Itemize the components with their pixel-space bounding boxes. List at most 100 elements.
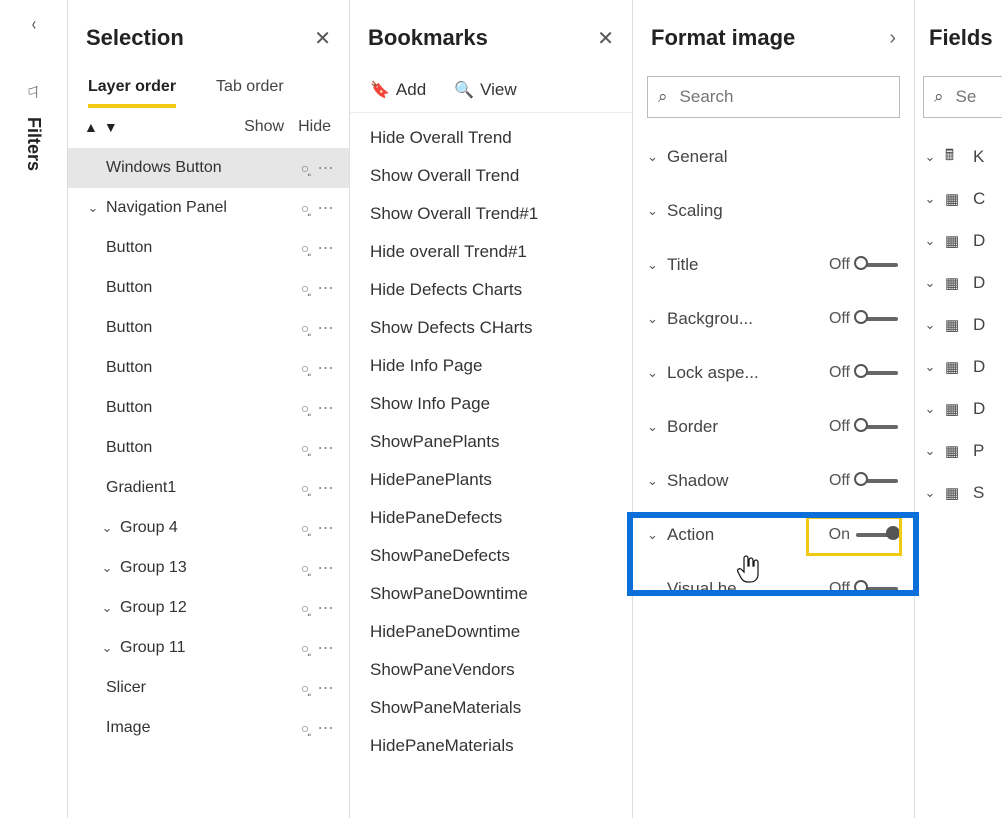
bookmark-item[interactable]: ShowPanePlants (350, 423, 632, 461)
expander-icon[interactable]: ⌄ (80, 200, 106, 216)
bookmark-item[interactable]: Hide Defects Charts (350, 271, 632, 309)
selection-item[interactable]: Button○͈⋯ (68, 348, 349, 388)
selection-item[interactable]: ⌄Group 4○͈⋯ (68, 508, 349, 548)
selection-item[interactable]: ⌄Group 12○͈⋯ (68, 588, 349, 628)
expander-icon[interactable]: ⌄ (94, 640, 120, 656)
tab-layer-order[interactable]: Layer order (88, 78, 176, 108)
format-search-input[interactable] (678, 86, 889, 108)
visibility-eye-icon[interactable]: ○͈ (295, 200, 315, 216)
selection-item[interactable]: Gradient1○͈⋯ (68, 468, 349, 508)
visibility-eye-icon[interactable]: ○͈ (295, 480, 315, 496)
more-options-icon[interactable]: ⋯ (315, 278, 337, 298)
move-down-icon[interactable]: ▼ (104, 119, 118, 135)
selection-item[interactable]: Slicer○͈⋯ (68, 668, 349, 708)
more-options-icon[interactable]: ⋯ (315, 478, 337, 498)
bookmarks-close-icon[interactable]: ✕ (597, 26, 614, 51)
more-options-icon[interactable]: ⋯ (315, 358, 337, 378)
format-property-row[interactable]: ⌄Backgrou...Off (633, 292, 914, 346)
more-options-icon[interactable]: ⋯ (315, 598, 337, 618)
bookmark-item[interactable]: HidePaneDefects (350, 499, 632, 537)
selection-item[interactable]: ⌄Group 13○͈⋯ (68, 548, 349, 588)
bookmark-item[interactable]: HidePaneDowntime (350, 613, 632, 651)
selection-item[interactable]: ⌄Group 11○͈⋯ (68, 628, 349, 668)
bookmark-item[interactable]: ShowPaneDefects (350, 537, 632, 575)
fields-table-row[interactable]: ⌄🖩K (915, 136, 1002, 178)
bookmark-item[interactable]: ShowPaneVendors (350, 651, 632, 689)
bookmark-item[interactable]: ShowPaneMaterials (350, 689, 632, 727)
visibility-eye-icon[interactable]: ○͈ (295, 640, 315, 656)
visibility-eye-icon[interactable]: ○͈ (295, 240, 315, 256)
fields-table-row[interactable]: ⌄▦D (915, 388, 1002, 430)
bookmarks-add-button[interactable]: 🔖 Add (370, 80, 426, 100)
bookmark-item[interactable]: Hide Info Page (350, 347, 632, 385)
visibility-eye-icon[interactable]: ○͈ (295, 400, 315, 416)
format-collapse-icon[interactable]: › (889, 27, 896, 50)
visibility-eye-icon[interactable]: ○͈ (295, 440, 315, 456)
format-property-row[interactable]: ⌄Visual he...Off (633, 562, 914, 616)
selection-item[interactable]: Button○͈⋯ (68, 388, 349, 428)
toggle-switch[interactable] (856, 420, 898, 434)
expander-icon[interactable]: ⌄ (94, 560, 120, 576)
fields-search-input[interactable] (954, 86, 1002, 108)
filters-label[interactable]: Filters (23, 117, 44, 171)
visibility-eye-icon[interactable]: ○͈ (295, 320, 315, 336)
format-search-box[interactable]: ⌕ (647, 76, 900, 118)
bookmarks-view-button[interactable]: 🔍 View (454, 80, 516, 100)
bookmark-item[interactable]: ShowPaneDowntime (350, 575, 632, 613)
selection-item[interactable]: Image○͈⋯ (68, 708, 349, 748)
fields-table-row[interactable]: ⌄▦S (915, 472, 1002, 514)
bookmark-item[interactable]: Show Overall Trend#1 (350, 195, 632, 233)
visibility-eye-icon[interactable]: ○͈ (295, 600, 315, 616)
format-property-row[interactable]: ⌄ShadowOff (633, 454, 914, 508)
more-options-icon[interactable]: ⋯ (315, 638, 337, 658)
visibility-eye-icon[interactable]: ○͈ (295, 520, 315, 536)
collapse-chevron-icon[interactable]: ‹ (31, 14, 35, 35)
visibility-eye-icon[interactable]: ○͈ (295, 360, 315, 376)
more-options-icon[interactable]: ⋯ (315, 158, 337, 178)
toggle-switch[interactable] (856, 582, 898, 596)
more-options-icon[interactable]: ⋯ (315, 438, 337, 458)
bookmark-item[interactable]: Hide Overall Trend (350, 119, 632, 157)
format-property-row[interactable]: ⌄BorderOff (633, 400, 914, 454)
bookmark-item[interactable]: HidePanePlants (350, 461, 632, 499)
selection-close-icon[interactable]: ✕ (314, 26, 331, 51)
format-property-row[interactable]: ⌄ActionOn (633, 508, 914, 562)
fields-table-row[interactable]: ⌄▦D (915, 220, 1002, 262)
more-options-icon[interactable]: ⋯ (315, 718, 337, 738)
fields-table-row[interactable]: ⌄▦D (915, 262, 1002, 304)
bookmark-item[interactable]: Show Defects CHarts (350, 309, 632, 347)
visibility-eye-icon[interactable]: ○͈ (295, 720, 315, 736)
selection-item[interactable]: Button○͈⋯ (68, 268, 349, 308)
expander-icon[interactable]: ⌄ (94, 600, 120, 616)
selection-item[interactable]: Button○͈⋯ (68, 428, 349, 468)
more-options-icon[interactable]: ⋯ (315, 238, 337, 258)
move-up-icon[interactable]: ▲ (84, 119, 98, 135)
toggle-switch[interactable] (856, 258, 898, 272)
visibility-eye-icon[interactable]: ○͈ (295, 280, 315, 296)
fields-table-row[interactable]: ⌄▦D (915, 346, 1002, 388)
fields-table-row[interactable]: ⌄▦P (915, 430, 1002, 472)
fields-table-row[interactable]: ⌄▦C (915, 178, 1002, 220)
visibility-eye-icon[interactable]: ○͈ (295, 560, 315, 576)
format-property-row[interactable]: ⌄TitleOff (633, 238, 914, 292)
fields-search-box[interactable]: ⌕ (923, 76, 1002, 118)
more-options-icon[interactable]: ⋯ (315, 558, 337, 578)
bookmark-item[interactable]: Hide overall Trend#1 (350, 233, 632, 271)
format-property-row[interactable]: ⌄General (633, 130, 914, 184)
more-options-icon[interactable]: ⋯ (315, 318, 337, 338)
more-options-icon[interactable]: ⋯ (315, 678, 337, 698)
hide-button[interactable]: Hide (298, 118, 331, 136)
format-property-row[interactable]: ⌄Scaling (633, 184, 914, 238)
toggle-switch[interactable] (856, 474, 898, 488)
bookmark-item[interactable]: HidePaneMaterials (350, 727, 632, 765)
bookmark-item[interactable]: Show Overall Trend (350, 157, 632, 195)
selection-item[interactable]: Windows Button○͈⋯ (68, 148, 349, 188)
toggle-switch[interactable] (856, 366, 898, 380)
more-options-icon[interactable]: ⋯ (315, 398, 337, 418)
visibility-eye-icon[interactable]: ○͈ (295, 160, 315, 176)
selection-item[interactable]: Button○͈⋯ (68, 308, 349, 348)
toggle-switch[interactable] (856, 312, 898, 326)
more-options-icon[interactable]: ⋯ (315, 198, 337, 218)
selection-item[interactable]: ⌄Navigation Panel○͈⋯ (68, 188, 349, 228)
format-property-row[interactable]: ⌄Lock aspe...Off (633, 346, 914, 400)
